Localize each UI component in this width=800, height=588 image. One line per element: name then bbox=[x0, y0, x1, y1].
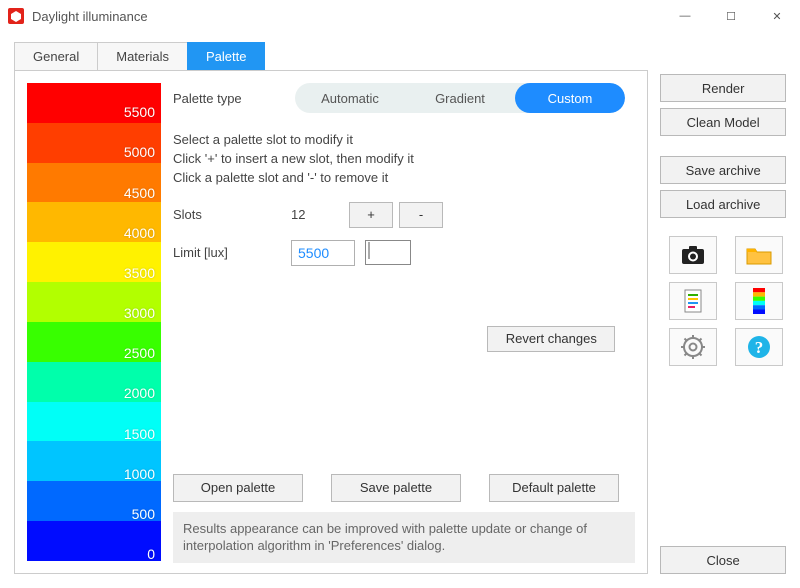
load-archive-button[interactable]: Load archive bbox=[660, 190, 786, 218]
scale-label: 3500 bbox=[124, 242, 155, 282]
svg-text:?: ? bbox=[755, 338, 764, 357]
camera-icon bbox=[681, 245, 705, 265]
palette-bar-button[interactable] bbox=[735, 282, 783, 320]
limit-color-swatch bbox=[368, 242, 370, 259]
scale-label: 5500 bbox=[124, 81, 155, 121]
palette-panel: 5500500045004000350030002500200015001000… bbox=[14, 70, 648, 574]
save-palette-button[interactable]: Save palette bbox=[331, 474, 461, 502]
scale-label: 5000 bbox=[124, 121, 155, 161]
help-button[interactable]: ? bbox=[735, 328, 783, 366]
scale-label: 4500 bbox=[124, 161, 155, 201]
scale-label: 0 bbox=[124, 523, 155, 563]
scale-label: 3000 bbox=[124, 282, 155, 322]
limit-color-button[interactable] bbox=[365, 240, 411, 265]
instructions-line: Click a palette slot and '-' to remove i… bbox=[173, 169, 635, 188]
scale-label: 2000 bbox=[124, 362, 155, 402]
scale-label: 1000 bbox=[124, 443, 155, 483]
palette-type-label: Palette type bbox=[173, 91, 283, 106]
folder-icon bbox=[746, 245, 772, 265]
slots-value: 12 bbox=[291, 207, 349, 222]
palette-type-segmented: Automatic Gradient Custom bbox=[295, 83, 625, 113]
close-button[interactable]: Close bbox=[660, 546, 786, 574]
color-scale[interactable]: 5500500045004000350030002500200015001000… bbox=[27, 81, 161, 563]
palette-type-gradient[interactable]: Gradient bbox=[405, 83, 515, 113]
side-panel: Render Clean Model Save archive Load arc… bbox=[660, 42, 786, 574]
save-archive-button[interactable]: Save archive bbox=[660, 156, 786, 184]
gear-icon bbox=[681, 335, 705, 359]
clean-model-button[interactable]: Clean Model bbox=[660, 108, 786, 136]
palette-type-automatic[interactable]: Automatic bbox=[295, 83, 405, 113]
limit-label: Limit [lux] bbox=[173, 245, 291, 260]
slots-plus-button[interactable]: + bbox=[349, 202, 393, 228]
palette-bar-icon bbox=[753, 288, 765, 314]
scale-label: 500 bbox=[124, 483, 155, 523]
tabs-row: General Materials Palette bbox=[14, 42, 648, 70]
tab-materials[interactable]: Materials bbox=[97, 42, 188, 70]
default-palette-button[interactable]: Default palette bbox=[489, 474, 619, 502]
open-palette-button[interactable]: Open palette bbox=[173, 474, 303, 502]
scale-label: 4000 bbox=[124, 202, 155, 242]
help-icon: ? bbox=[747, 335, 771, 359]
scale-label: 2500 bbox=[124, 322, 155, 362]
notes-icon bbox=[683, 289, 703, 313]
palette-type-custom[interactable]: Custom bbox=[515, 83, 625, 113]
instructions-line: Select a palette slot to modify it bbox=[173, 131, 635, 150]
close-window-button[interactable]: ✕ bbox=[754, 0, 800, 32]
instructions: Select a palette slot to modify it Click… bbox=[173, 131, 635, 188]
notes-button[interactable] bbox=[669, 282, 717, 320]
revert-button[interactable]: Revert changes bbox=[487, 326, 615, 352]
window-title: Daylight illuminance bbox=[32, 9, 662, 24]
sketchup-icon bbox=[8, 8, 24, 24]
camera-button[interactable] bbox=[669, 236, 717, 274]
settings-button[interactable] bbox=[669, 328, 717, 366]
maximize-button[interactable]: ☐ bbox=[708, 0, 754, 32]
slots-label: Slots bbox=[173, 207, 291, 222]
instructions-line: Click '+' to insert a new slot, then mod… bbox=[173, 150, 635, 169]
render-button[interactable]: Render bbox=[660, 74, 786, 102]
scale-label: 1500 bbox=[124, 402, 155, 442]
minimize-button[interactable]: — bbox=[662, 0, 708, 32]
hint-text: Results appearance can be improved with … bbox=[173, 512, 635, 563]
title-bar: Daylight illuminance — ☐ ✕ bbox=[0, 0, 800, 32]
folder-button[interactable] bbox=[735, 236, 783, 274]
tab-general[interactable]: General bbox=[14, 42, 98, 70]
tab-palette[interactable]: Palette bbox=[187, 42, 265, 70]
limit-input[interactable] bbox=[291, 240, 355, 266]
slots-minus-button[interactable]: - bbox=[399, 202, 443, 228]
